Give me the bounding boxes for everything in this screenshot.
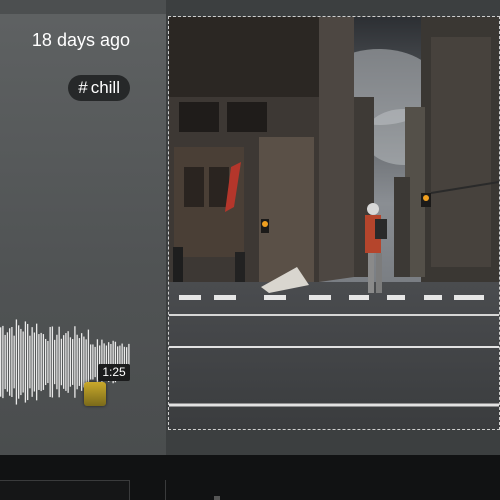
post-meta-panel: 18 days ago # chill 1:25 <box>0 0 166 455</box>
waveform-bar <box>9 328 11 396</box>
waveform-bar <box>18 325 20 399</box>
waveform-bar <box>38 334 40 390</box>
waveform-bar <box>72 339 74 385</box>
tag-label: chill <box>90 78 120 97</box>
waveform-bar <box>94 346 96 378</box>
waveform-bar <box>33 332 36 392</box>
waveform-bar <box>74 326 76 398</box>
waveform-bar <box>27 323 29 401</box>
waveform-bar <box>69 337 72 387</box>
waveform-bar <box>13 335 15 389</box>
audio-waveform[interactable] <box>0 312 130 412</box>
toolbar-divider <box>165 480 166 500</box>
street-photo-image <box>169 17 499 429</box>
waveform-bar <box>76 334 78 390</box>
waveform-bar <box>54 339 56 385</box>
waveform-bar <box>6 332 9 392</box>
waveform-bar <box>92 344 94 380</box>
waveform-bar <box>42 334 45 390</box>
waveform-bar <box>65 333 67 391</box>
waveform-bar <box>58 326 60 398</box>
waveform-bar <box>0 327 2 397</box>
post-timestamp: 18 days ago <box>31 30 130 50</box>
waveform-bar <box>56 334 58 390</box>
waveform-bar <box>2 325 4 399</box>
waveform-bar <box>31 327 33 397</box>
waveform-bar <box>20 328 22 396</box>
waveform-bar <box>36 323 38 401</box>
waveform-bar <box>83 336 85 388</box>
waveform-bar <box>47 340 49 384</box>
waveform-bar <box>15 319 18 405</box>
toolbar-indicator <box>214 496 220 500</box>
photo-preview[interactable] <box>168 16 500 430</box>
waveform-bar <box>78 338 81 386</box>
hash-icon: # <box>78 78 88 97</box>
waveform-bar <box>90 344 92 380</box>
waveform-bar <box>22 331 24 393</box>
bottom-input[interactable] <box>0 480 130 500</box>
waveform-bar <box>29 335 31 389</box>
waveform-bar <box>81 333 83 391</box>
waveform-bar <box>45 338 47 386</box>
waveform-bar <box>63 335 65 389</box>
waveform-bar <box>85 339 87 385</box>
waveform-bar <box>40 332 42 392</box>
waveform-bar <box>11 326 13 398</box>
playhead-handle[interactable] <box>84 382 106 406</box>
waveform-bar <box>49 326 51 398</box>
waveform-bar <box>51 326 54 398</box>
waveform-bar <box>60 338 63 386</box>
tag-chip[interactable]: # chill <box>68 75 130 101</box>
waveform-bar <box>67 331 69 393</box>
duration-badge: 1:25 <box>98 364 130 381</box>
panel-top-strip <box>0 0 166 14</box>
waveform-bar <box>4 334 6 390</box>
waveform-bar <box>24 321 27 403</box>
